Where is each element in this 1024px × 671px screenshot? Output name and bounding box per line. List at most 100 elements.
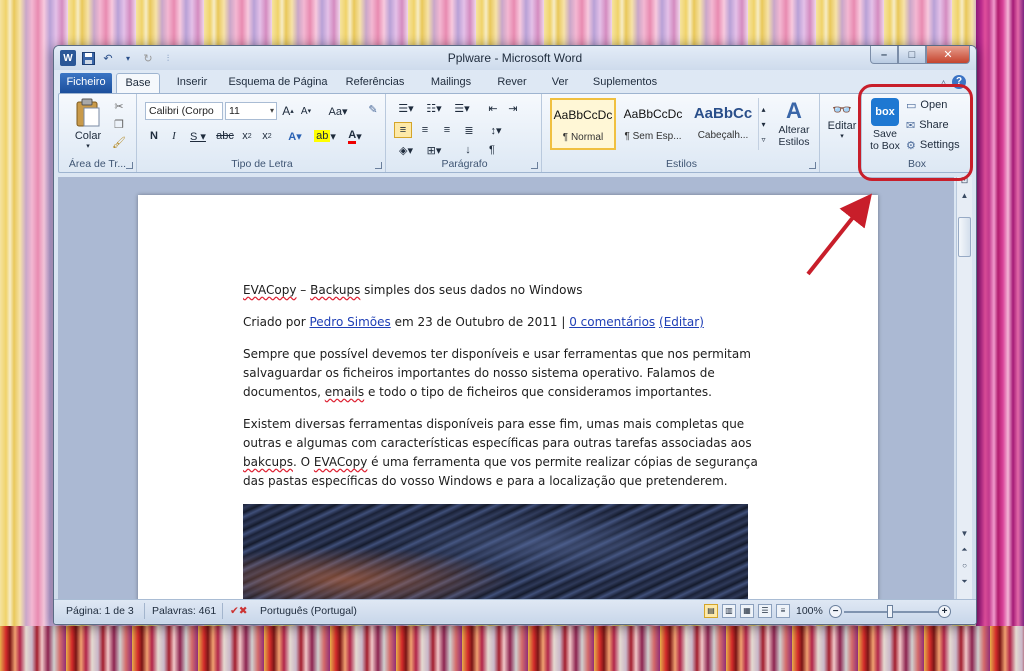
tab-mailings[interactable]: Mailings <box>420 73 482 93</box>
borders-icon[interactable]: ⊞▾ <box>422 142 446 158</box>
next-page-icon[interactable]: ⏷ <box>958 577 971 587</box>
styles-launcher[interactable] <box>809 162 816 169</box>
scroll-up-arrow-icon[interactable]: ▲ <box>958 191 971 200</box>
box-highlight-annotation <box>858 84 973 181</box>
font-size-combo[interactable]: 11 ▾ <box>225 102 277 120</box>
font-name-combo[interactable]: Calibri (Corpo <box>145 102 223 120</box>
word-count[interactable]: Palavras: 461 <box>152 605 216 617</box>
highlight-icon[interactable]: ab ▾ <box>313 128 337 144</box>
change-styles-icon: A <box>786 98 802 123</box>
paragraph-1: Sempre que possível devemos ter disponív… <box>243 345 768 402</box>
zoom-in-icon[interactable]: + <box>938 605 951 618</box>
align-center-icon[interactable]: ≡ <box>416 122 434 138</box>
copy-icon[interactable]: ❐ <box>111 116 127 132</box>
outline-icon[interactable]: ☰ <box>758 604 772 618</box>
paragraph-group: ☰▾ ☷▾ ☰▾ ⇤ ⇥ ≡ ≡ ≡ ≣ ↕▾ ◈▾ ⊞▾ ↓ ¶ Parágr… <box>388 94 542 172</box>
numbering-icon[interactable]: ☷▾ <box>422 100 446 116</box>
font-launcher[interactable] <box>375 162 382 169</box>
cut-icon[interactable]: ✂ <box>111 98 127 114</box>
show-formatting-icon[interactable]: ¶ <box>484 142 500 158</box>
scroll-thumb[interactable] <box>958 217 971 257</box>
tab-suplementos[interactable]: Suplementos <box>586 73 664 93</box>
comments-link[interactable]: 0 comentários <box>569 315 655 329</box>
maximize-button[interactable]: □ <box>898 46 926 64</box>
decrease-indent-icon[interactable]: ⇤ <box>484 100 502 116</box>
zoom-level[interactable]: 100% <box>796 605 823 617</box>
bold-icon[interactable]: N <box>147 128 161 144</box>
window-title: Pplware - Microsoft Word <box>447 51 583 65</box>
page-count[interactable]: Página: 1 de 3 <box>66 605 134 617</box>
superscript-icon[interactable]: x2 <box>259 128 275 144</box>
styles-scroll[interactable]: ▴ ▾ ▿ <box>758 98 768 150</box>
grow-font-icon[interactable]: A ▴ <box>281 103 295 119</box>
align-right-icon[interactable]: ≡ <box>438 122 456 138</box>
document-title: EVACopy – Backups simples dos seus dados… <box>243 281 768 300</box>
tab-ficheiro[interactable]: Ficheiro <box>60 73 112 93</box>
edit-group: 👓 Editar ▾ <box>822 94 862 172</box>
align-left-icon[interactable]: ≡ <box>394 122 412 138</box>
justify-icon[interactable]: ≣ <box>460 122 478 138</box>
document-content[interactable]: EVACopy – Backups simples dos seus dados… <box>243 281 768 599</box>
shrink-font-icon[interactable]: A ▾ <box>299 103 313 119</box>
paste-dropdown-icon: ▾ <box>86 143 90 150</box>
scroll-down-icon[interactable]: ▾ <box>761 120 765 129</box>
close-button[interactable]: ✕ <box>926 46 970 64</box>
print-layout-icon[interactable]: ▤ <box>704 604 718 618</box>
status-separator <box>144 603 145 619</box>
font-color-icon[interactable]: A ▾ <box>343 128 367 144</box>
document-image[interactable] <box>243 504 748 599</box>
sort-icon[interactable]: ↓ <box>460 142 476 158</box>
web-layout-icon[interactable]: ▦ <box>740 604 754 618</box>
browse-object-icon[interactable]: ○ <box>958 561 971 570</box>
zoom-out-icon[interactable]: − <box>829 605 842 618</box>
text-effects-icon[interactable]: A▾ <box>283 128 307 144</box>
underline-icon[interactable]: S ▾ <box>187 128 209 144</box>
strikethrough-icon[interactable]: abc <box>215 128 235 144</box>
multilevel-list-icon[interactable]: ☰▾ <box>450 100 474 116</box>
change-case-icon[interactable]: Aa▾ <box>327 103 349 119</box>
tab-ver[interactable]: Ver <box>542 73 578 93</box>
scroll-up-icon[interactable]: ▴ <box>761 105 765 114</box>
previous-page-icon[interactable]: ⏶ <box>958 545 971 555</box>
clear-formatting-icon[interactable]: ✎ <box>365 101 381 117</box>
draft-icon[interactable]: ≡ <box>776 604 790 618</box>
style-normal[interactable]: AaBbCcDc ¶ Normal <box>550 98 616 150</box>
bullets-icon[interactable]: ☰▾ <box>394 100 418 116</box>
change-styles-button[interactable]: A Alterar Estilos <box>772 98 816 148</box>
language[interactable]: Português (Portugal) <box>260 605 357 617</box>
paragraph-launcher[interactable] <box>531 162 538 169</box>
clipboard-launcher[interactable] <box>126 162 133 169</box>
zoom-slider-track[interactable] <box>844 611 944 613</box>
paste-button[interactable]: Colar ▾ <box>73 98 103 150</box>
more-styles-icon[interactable]: ▿ <box>761 135 765 144</box>
shading-icon[interactable]: ◈▾ <box>394 142 418 158</box>
style-heading[interactable]: AaBbCc Cabeçalh... <box>690 98 756 150</box>
edit-link[interactable]: (Editar) <box>659 315 704 329</box>
p2-text-c: . O <box>293 455 314 469</box>
tab-rever[interactable]: Rever <box>490 73 534 93</box>
style-no-spacing-sample: AaBbCcDc <box>623 107 683 121</box>
zoom-slider-thumb[interactable] <box>887 605 893 618</box>
full-screen-reading-icon[interactable]: ▥ <box>722 604 736 618</box>
minimize-button[interactable]: – <box>870 46 898 64</box>
subscript-icon[interactable]: x2 <box>239 128 255 144</box>
tab-base[interactable]: Base <box>116 73 160 93</box>
line-spacing-icon[interactable]: ↕▾ <box>484 122 508 138</box>
red-arrow-annotation <box>806 193 872 276</box>
tab-inserir[interactable]: Inserir <box>168 73 216 93</box>
increase-indent-icon[interactable]: ⇥ <box>504 100 522 116</box>
edit-label: Editar <box>827 120 857 132</box>
edit-button[interactable]: 👓 Editar ▾ <box>824 100 860 140</box>
italic-icon[interactable]: I <box>167 128 181 144</box>
tab-referencias[interactable]: Referências <box>340 73 410 93</box>
document-page[interactable]: EVACopy – Backups simples dos seus dados… <box>138 195 878 599</box>
tab-esquema-de-pagina[interactable]: Esquema de Página <box>224 73 332 93</box>
author-link[interactable]: Pedro Simões <box>309 315 390 329</box>
scroll-down-arrow-icon[interactable]: ▼ <box>958 529 971 538</box>
font-size-value: 11 <box>229 105 240 117</box>
format-painter-icon[interactable]: 🖌 <box>111 134 127 150</box>
vertical-scrollbar[interactable]: ⊡ ▲ ▼ ⏶ ○ ⏷ <box>956 175 972 599</box>
proofing-icon[interactable]: ✔✖ <box>230 605 248 617</box>
paragraph-2: Existem diversas ferramentas disponíveis… <box>243 415 768 491</box>
style-no-spacing[interactable]: AaBbCcDc ¶ Sem Esp... <box>620 98 686 150</box>
